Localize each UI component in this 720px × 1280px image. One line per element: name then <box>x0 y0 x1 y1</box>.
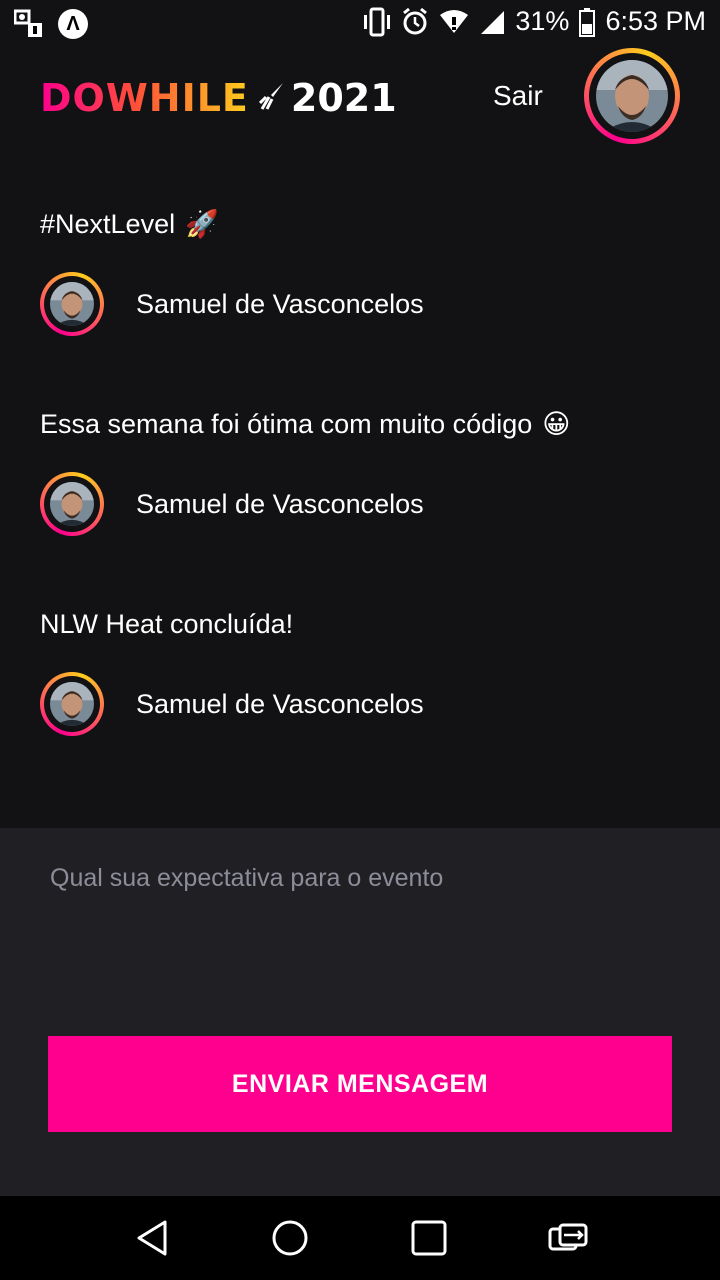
vibrate-icon <box>363 7 391 37</box>
rocket-emoji-icon: 🚀 <box>185 209 219 239</box>
message-author: Samuel de Vasconcelos <box>40 672 424 736</box>
message-item: #NextLevel 🚀 Samuel de Vasconcelos <box>40 209 680 336</box>
message-author: Samuel de Vasconcelos <box>40 272 424 336</box>
author-avatar <box>40 472 104 536</box>
back-icon[interactable] <box>132 1218 172 1258</box>
author-name: Samuel de Vasconcelos <box>136 488 424 519</box>
smile-emoji-icon: 😀 <box>542 409 571 439</box>
vpn-key-icon <box>14 9 44 39</box>
alarm-icon <box>401 7 429 37</box>
author-name: Samuel de Vasconcelos <box>136 288 424 319</box>
author-avatar <box>40 672 104 736</box>
status-bar: Λ 31% 6:53 PM <box>0 0 720 50</box>
message-composer: ENVIAR MENSAGEM <box>0 828 720 1196</box>
profile-avatar[interactable] <box>584 48 680 144</box>
message-text: NLW Heat concluída! <box>40 609 294 639</box>
clock: 6:53 PM <box>605 6 706 36</box>
home-icon[interactable] <box>270 1218 310 1258</box>
status-left: Λ <box>14 9 88 39</box>
launcher-icon: Λ <box>58 9 88 39</box>
battery-icon <box>579 7 596 37</box>
signal-icon <box>479 9 505 35</box>
signout-button[interactable]: Sair <box>493 80 543 112</box>
author-avatar <box>40 272 104 336</box>
app-header: DOWHILE 2021 Sair <box>0 48 720 150</box>
message-text: Essa semana foi ótima com muito código 😀 <box>40 409 571 439</box>
message-item: Essa semana foi ótima com muito código 😀… <box>40 409 680 536</box>
rocket-icon <box>258 81 285 116</box>
message-item: NLW Heat concluída! Samuel de Vasconcelo… <box>40 609 680 736</box>
message-text: #NextLevel 🚀 <box>40 209 219 239</box>
logo-year: 2021 <box>290 76 397 120</box>
switch-app-icon[interactable] <box>548 1218 588 1258</box>
dowhile-logo: DOWHILE 2021 <box>40 76 397 120</box>
send-message-button[interactable]: ENVIAR MENSAGEM <box>48 1036 672 1132</box>
author-name: Samuel de Vasconcelos <box>136 688 424 719</box>
wifi-icon <box>439 9 469 35</box>
logo-text: DOWHILE <box>40 76 249 120</box>
message-author: Samuel de Vasconcelos <box>40 472 424 536</box>
message-input[interactable] <box>48 862 672 1026</box>
system-nav-bar <box>0 1196 720 1280</box>
profile-avatar-image <box>596 60 668 132</box>
status-right: 31% 6:53 PM <box>363 6 706 37</box>
recents-icon[interactable] <box>409 1218 449 1258</box>
battery-percent: 31% <box>515 6 570 36</box>
